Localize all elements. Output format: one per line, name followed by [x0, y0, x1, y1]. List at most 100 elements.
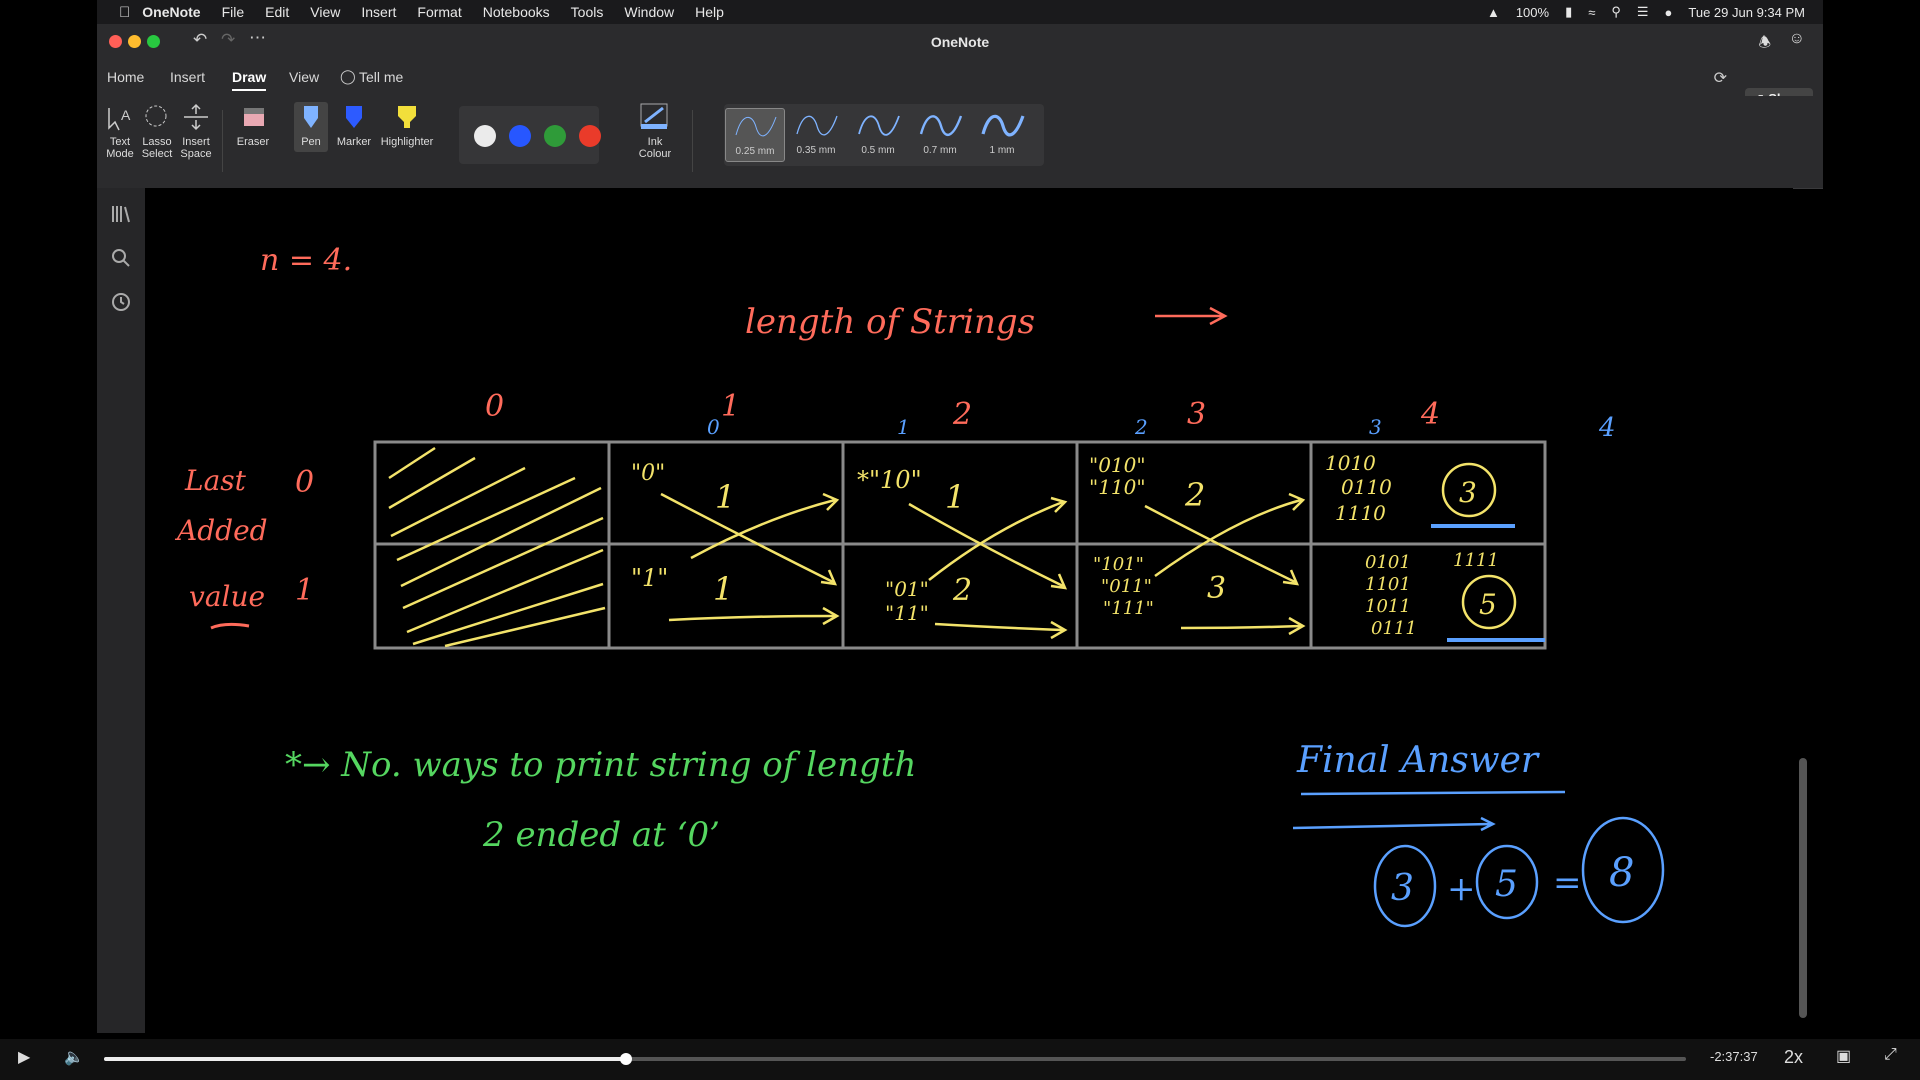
final-answer-label: Final Answer [1296, 740, 1540, 781]
col-header-0: 0 [485, 389, 504, 424]
pen-size-0-5[interactable]: 0.5 mm [849, 108, 907, 160]
sync-icon[interactable]: ⟳ [1714, 68, 1727, 88]
tab-insert[interactable]: Insert [170, 69, 205, 85]
col-header-1: 1 [721, 389, 740, 424]
wifi-icon[interactable]: ≈ [1588, 5, 1595, 20]
insert-space-button[interactable]: Insert Space [179, 102, 213, 160]
row-value-1: 1 [295, 573, 314, 608]
picture-in-picture-icon[interactable]: ▣ [1836, 1046, 1851, 1066]
eraser-label: Eraser [236, 136, 270, 148]
recent-icon[interactable] [109, 290, 133, 314]
cell-r1-c4-string-a: 0101 [1365, 552, 1411, 573]
cell-r1-c3-string-a: "101" [1093, 554, 1144, 575]
ink-colour-label-1: Ink [647, 136, 663, 148]
stroke-preview-icon [735, 116, 777, 137]
menu-tools[interactable]: Tools [571, 4, 604, 20]
onenote-window: ↶ ↷ ⋯ OneNote 🕭 ☺ Home Insert Draw View … [97, 24, 1823, 1039]
insert-space-label-2: Space [180, 148, 212, 160]
scrollbar-thumb[interactable] [1799, 758, 1807, 1018]
menu-file[interactable]: File [222, 4, 245, 20]
menu-notebooks[interactable]: Notebooks [483, 4, 550, 20]
tab-draw[interactable]: Draw [232, 69, 267, 91]
pen-button[interactable]: Pen [294, 102, 328, 152]
menu-insert[interactable]: Insert [361, 4, 396, 20]
smiley-icon[interactable]: ☺ [1789, 30, 1805, 48]
navigation-sidebar [97, 188, 145, 1033]
cell-r1-c4-string-e: 1111 [1453, 550, 1499, 571]
color-red[interactable] [579, 125, 601, 147]
clock[interactable]: Tue 29 Jun 9:34 PM [1688, 5, 1805, 20]
playback-speed[interactable]: 2x [1784, 1047, 1803, 1068]
tab-tell-me[interactable]: Tell me [359, 69, 403, 85]
pen-size-0-7[interactable]: 0.7 mm [911, 108, 969, 160]
search-icon[interactable] [109, 246, 133, 270]
text-mode-button[interactable]: A Text Mode [105, 102, 135, 160]
bullet-line-1: *→ No. ways to print string of length [285, 745, 916, 785]
stroke-preview-icon [796, 115, 838, 136]
pen-size-0-35[interactable]: 0.35 mm [787, 108, 845, 160]
search-icon[interactable]: ⚲ [1611, 4, 1621, 20]
row-label-added: Added [174, 514, 268, 547]
title-bar: ↶ ↷ ⋯ OneNote 🕭 ☺ [97, 24, 1823, 60]
control-center-icon[interactable]: ☰ [1637, 4, 1649, 20]
stroke-preview-icon [919, 115, 963, 136]
insert-space-label-1: Insert [182, 136, 210, 148]
pen-size-label: 0.7 mm [923, 145, 957, 156]
airplay-icon[interactable]: ▲ [1487, 5, 1500, 20]
volume-icon[interactable]: 🔈 [64, 1047, 84, 1067]
pen-label: Pen [301, 136, 321, 148]
fullscreen-icon[interactable]: ⤢ [1884, 1046, 1897, 1064]
eq-result: 8 [1609, 850, 1634, 896]
cell-r1-c2-count: 2 [952, 573, 972, 608]
lightbulb-icon: ◯ [340, 68, 356, 84]
color-white[interactable] [474, 125, 496, 147]
menu-window[interactable]: Window [624, 4, 674, 20]
battery-icon[interactable]: ▮ [1565, 4, 1572, 20]
menu-app-name[interactable]: OneNote [142, 4, 200, 20]
apple-icon[interactable]:  [119, 4, 130, 21]
eraser-icon [244, 108, 264, 126]
pen-size-0-25[interactable]: 0.25 mm [725, 108, 785, 162]
hatched-cell [388, 446, 606, 648]
vertical-scrollbar[interactable] [1799, 194, 1807, 1024]
color-green[interactable] [544, 125, 566, 147]
index-mark-4: 4 [1598, 413, 1616, 443]
ribbon-divider [692, 110, 693, 172]
arrow-right-icon [1292, 816, 1496, 832]
play-icon[interactable]: ▶ [18, 1047, 30, 1067]
marker-button[interactable]: Marker [334, 102, 374, 148]
cell-r0-c4-count: 3 [1459, 476, 1477, 509]
notebooks-icon[interactable] [109, 202, 133, 226]
pen-size-1[interactable]: 1 mm [973, 108, 1031, 160]
menu-edit[interactable]: Edit [265, 4, 289, 20]
siri-icon[interactable]: ● [1665, 5, 1673, 20]
bell-icon[interactable]: 🕭 [1758, 32, 1771, 56]
video-player-bar: ▶ 🔈 -2:37:37 2x ▣ ⤢ [0, 1039, 1920, 1080]
lasso-label-1: Lasso [142, 136, 172, 148]
page-canvas[interactable]: n = 4. length of Strings 0 1 2 3 4 0 1 2… [145, 188, 1793, 1030]
cell-r1-c2-string-a: "01" [885, 577, 929, 601]
cell-r1-c4-string-b: 1101 [1365, 574, 1411, 595]
color-blue[interactable] [509, 125, 531, 147]
eraser-button[interactable]: Eraser [232, 102, 274, 148]
pen-size-label: 1 mm [989, 145, 1015, 156]
tab-home[interactable]: Home [107, 69, 144, 85]
cell-r0-c4-string-c: 1110 [1335, 501, 1386, 525]
cell-r0-c1-count: 1 [715, 478, 735, 516]
menu-view[interactable]: View [310, 4, 340, 20]
stroke-preview-icon [858, 115, 900, 136]
col-header-3: 3 [1187, 397, 1206, 432]
cell-r1-c3-count: 3 [1207, 571, 1226, 606]
tab-view[interactable]: View [289, 69, 319, 85]
menu-help[interactable]: Help [695, 4, 724, 20]
window-title: OneNote [930, 34, 990, 50]
progress-fill [104, 1057, 627, 1061]
menu-format[interactable]: Format [417, 4, 461, 20]
bullet-line-2: 2 ended at ‘0’ [482, 815, 720, 855]
ink-colour-button[interactable]: Ink Colour [635, 102, 675, 160]
col-header-4: 4 [1420, 397, 1440, 432]
progress-track[interactable] [104, 1053, 1686, 1065]
lasso-select-button[interactable]: Lasso Select [140, 102, 174, 160]
progress-knob[interactable] [620, 1053, 633, 1065]
highlighter-button[interactable]: Highlighter [377, 102, 437, 148]
